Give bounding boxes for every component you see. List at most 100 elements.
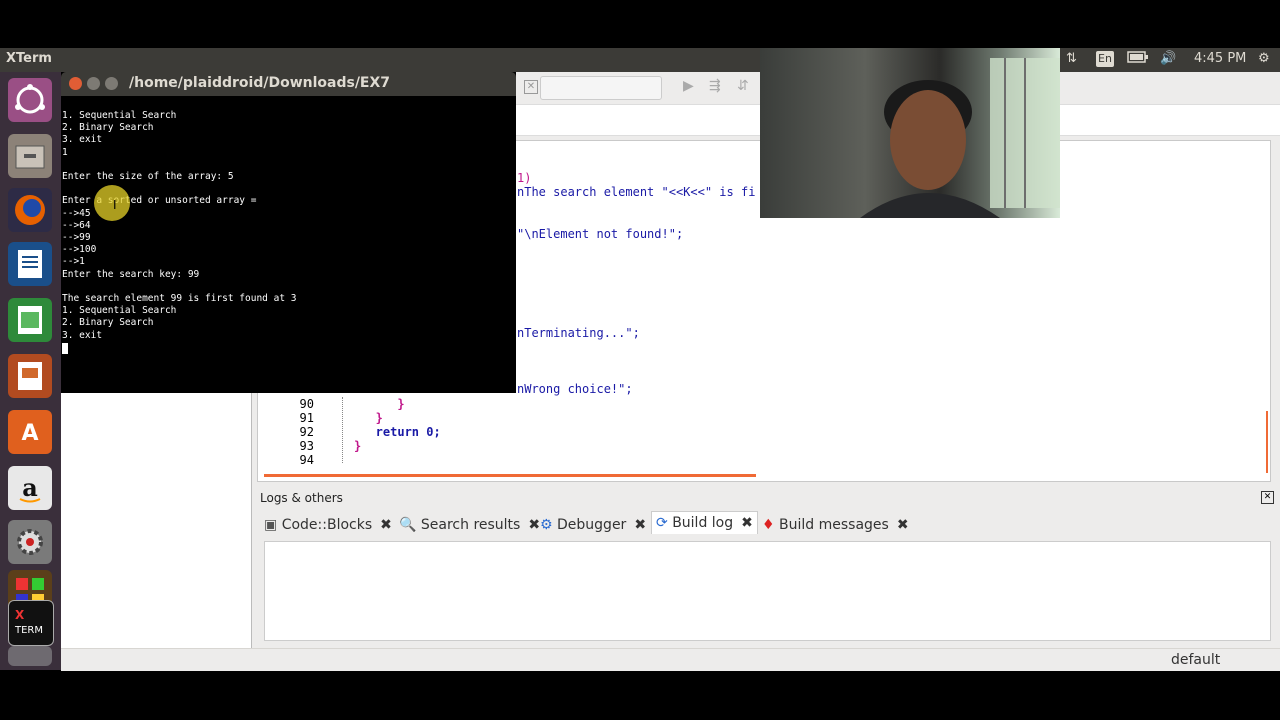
step-icon[interactable]: ⇶ xyxy=(709,78,721,94)
tab-label: Search results xyxy=(420,517,521,533)
active-app-name: XTerm xyxy=(6,51,52,66)
minimize-window-icon[interactable] xyxy=(87,77,100,90)
code-line: } xyxy=(354,397,405,411)
line-number: 90 xyxy=(299,397,314,411)
toolbar-target-select[interactable] xyxy=(540,76,662,100)
debugger-icon: ⚙ xyxy=(540,517,553,533)
svg-text:TERM: TERM xyxy=(14,625,43,636)
terminal-line: Enter the size of the array: 5 xyxy=(62,171,234,183)
terminal-line: 2. Binary Search xyxy=(62,317,154,329)
management-pane xyxy=(61,392,252,648)
mouse-highlight xyxy=(94,185,130,221)
code-fragment: 1) xyxy=(517,171,532,185)
tab-label: Code::Blocks xyxy=(281,517,373,533)
fold-line xyxy=(342,397,344,463)
tab-search-results[interactable]: 🔍 Search results ✖ xyxy=(399,514,540,536)
terminal-line: Enter the search key: 99 xyxy=(62,268,200,280)
tab-label: Debugger xyxy=(557,517,627,533)
terminal-line: -->99 xyxy=(62,232,91,244)
tab-label: Build messages xyxy=(779,517,889,533)
logs-header: Logs & others xyxy=(260,491,343,505)
software-center-icon[interactable]: A xyxy=(8,410,52,454)
window-title: /home/plaiddroid/Downloads/EX7 xyxy=(129,75,391,91)
code-fragment: nWrong choice!"; xyxy=(517,382,633,396)
top-panel: XTerm ⇅ En 🔊 4:45 PM ⚙ xyxy=(0,48,1280,72)
terminal-line: -->1 xyxy=(62,256,85,268)
terminal-line: 1. Sequential Search xyxy=(62,110,177,121)
close-icon[interactable]: ✖ xyxy=(634,514,646,536)
code-fragment: nThe search element "<<K<<" is fi xyxy=(517,185,756,199)
firefox-icon[interactable] xyxy=(8,188,52,232)
line-number: 93 xyxy=(299,439,314,453)
step-into-icon[interactable]: ⇵ xyxy=(737,78,749,94)
files-icon[interactable] xyxy=(8,134,52,178)
xterm-window[interactable]: /home/plaiddroid/Downloads/EX7 1. Sequen… xyxy=(61,72,516,393)
vertical-scrollbar[interactable] xyxy=(1266,411,1268,473)
tab-build-log[interactable]: ⟳ Build log ✖ xyxy=(651,511,758,534)
close-icon[interactable]: ✖ xyxy=(528,514,540,536)
terminal-line: The search element 99 is first found at … xyxy=(62,293,297,305)
code-line: } xyxy=(354,411,383,425)
tab-debugger[interactable]: ⚙ Debugger ✖ xyxy=(540,514,646,536)
trash-icon[interactable] xyxy=(8,646,52,666)
terminal-line: -->100 xyxy=(62,244,97,256)
close-icon[interactable]: ✖ xyxy=(380,514,392,536)
battery-icon[interactable] xyxy=(1127,50,1149,68)
line-number: 91 xyxy=(299,411,314,425)
terminal-cursor xyxy=(62,343,68,354)
terminal-line: 1 xyxy=(62,146,68,158)
volume-icon[interactable]: 🔊 xyxy=(1160,51,1176,66)
svg-text:A: A xyxy=(21,421,38,446)
terminal-line: 2. Binary Search xyxy=(62,122,154,134)
toolbar-close-icon[interactable]: ✕ xyxy=(524,80,538,94)
search-icon: 🔍 xyxy=(399,517,417,533)
run-icon[interactable]: ▶ xyxy=(683,78,694,94)
code-fragment: nTerminating..."; xyxy=(517,326,640,340)
writer-icon[interactable] xyxy=(8,242,52,286)
logs-panel: Logs & others ✕ ▣ Code::Blocks ✖ 🔍 Search… xyxy=(257,490,1276,648)
line-number: 92 xyxy=(299,425,314,439)
impress-icon[interactable] xyxy=(8,354,52,398)
settings-icon[interactable] xyxy=(8,520,52,564)
calc-icon[interactable] xyxy=(8,298,52,342)
build-log-content[interactable] xyxy=(264,541,1271,641)
line-number: 94 xyxy=(299,453,314,467)
ubuntu-dash-icon[interactable] xyxy=(8,78,52,122)
xterm-titlebar[interactable]: /home/plaiddroid/Downloads/EX7 xyxy=(61,72,516,96)
terminal-line: 1. Sequential Search xyxy=(62,305,177,317)
unity-launcher: A a X TERM xyxy=(0,72,61,670)
clock[interactable]: 4:45 PM xyxy=(1194,51,1246,66)
tab-build-messages[interactable]: ♦ Build messages ✖ xyxy=(762,514,909,536)
text-cursor-icon: I xyxy=(113,198,117,212)
status-bar: default xyxy=(61,648,1280,671)
svg-text:X: X xyxy=(15,608,25,622)
terminal-line: -->64 xyxy=(62,219,91,231)
xterm-icon[interactable]: X TERM xyxy=(8,600,54,646)
amazon-icon[interactable]: a xyxy=(8,466,52,510)
tab-codeblocks[interactable]: ▣ Code::Blocks ✖ xyxy=(264,514,392,536)
code-line: } xyxy=(354,439,362,453)
code-line: return 0; xyxy=(354,425,441,439)
build-messages-icon: ♦ xyxy=(762,517,775,533)
close-icon[interactable]: ✖ xyxy=(741,512,753,534)
person-image xyxy=(860,58,1060,218)
close-panel-icon[interactable]: ✕ xyxy=(1261,491,1274,504)
webcam-overlay xyxy=(760,48,1060,218)
system-gear-icon[interactable]: ⚙ xyxy=(1258,51,1270,66)
code-fragment: "\nElement not found!"; xyxy=(517,227,684,241)
terminal-output[interactable]: 1. Sequential Search 2. Binary Search 3. e… xyxy=(62,110,297,342)
close-icon[interactable]: ✖ xyxy=(897,514,909,536)
maximize-window-icon[interactable] xyxy=(105,77,118,90)
status-profile: default xyxy=(1171,652,1221,668)
network-arrows-icon[interactable]: ⇅ xyxy=(1066,51,1077,66)
codeblocks-tab-icon: ▣ xyxy=(264,517,278,533)
close-window-icon[interactable] xyxy=(69,77,82,90)
tab-label: Build log xyxy=(672,515,734,531)
horizontal-scrollbar[interactable] xyxy=(264,474,756,477)
keyboard-layout-indicator[interactable]: En xyxy=(1096,51,1114,67)
build-log-icon: ⟳ xyxy=(656,515,668,531)
svg-text:a: a xyxy=(22,473,38,502)
terminal-line: 3. exit xyxy=(62,329,103,341)
